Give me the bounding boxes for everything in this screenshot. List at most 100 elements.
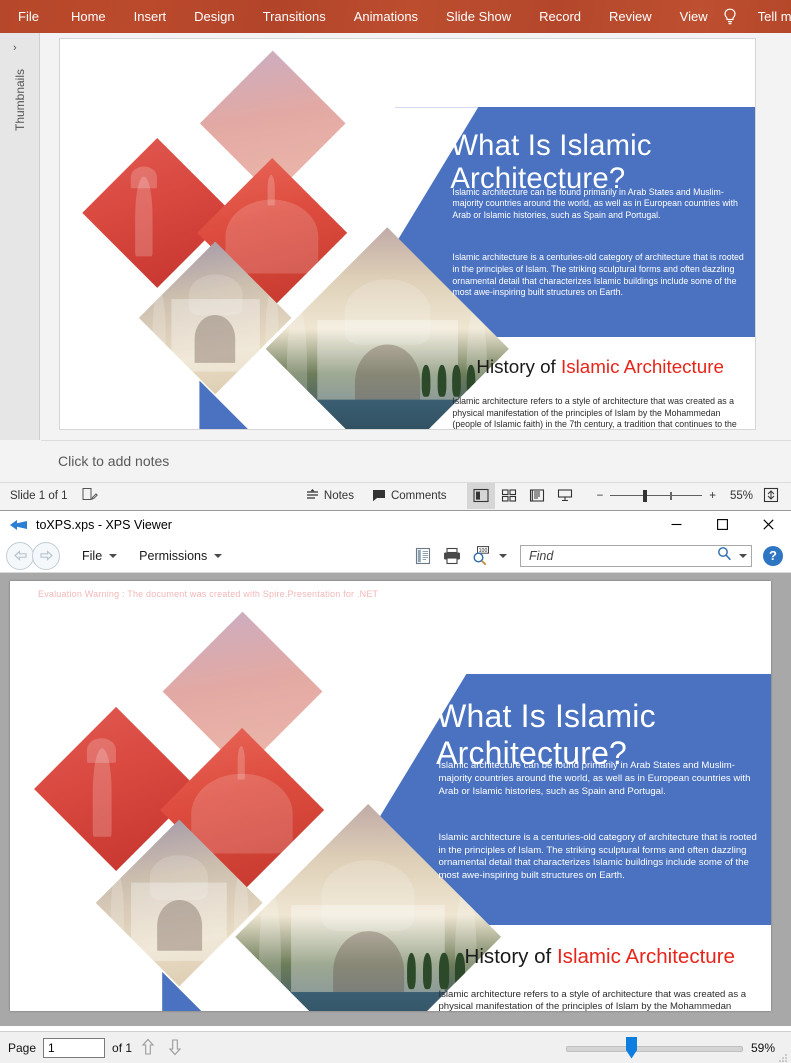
- forward-arrow-icon[interactable]: [32, 541, 60, 570]
- taj-minaret-left: [110, 872, 124, 962]
- xps-slide-content: What Is Islamic Architecture? Islamic arc…: [10, 599, 771, 1011]
- slide-counter: Slide 1 of 1: [10, 489, 68, 502]
- zoom-in-button[interactable]: +: [709, 490, 716, 502]
- chevron-down-icon: [109, 553, 118, 558]
- slide-paragraph-2: Islamic architecture is a centuries-old …: [452, 252, 744, 298]
- fit-slide-to-window-icon[interactable]: [761, 485, 783, 507]
- back-arrow-icon[interactable]: [6, 541, 34, 570]
- minaret-cap: [131, 166, 158, 189]
- resize-grip[interactable]: [779, 1051, 788, 1062]
- page-layout-icon[interactable]: [412, 545, 434, 567]
- status-middle-group: Notes Comments: [306, 489, 447, 502]
- xps-status-bar: Page of 1 59%: [0, 1031, 791, 1063]
- ribbon-tab-design[interactable]: Design: [180, 0, 248, 33]
- slide-editing-area: What Is Islamic Architecture? Islamic arc…: [41, 33, 791, 440]
- minimize-icon[interactable]: [653, 511, 699, 539]
- taj-arch: [194, 314, 236, 362]
- zoom-control[interactable]: − + 55%: [597, 489, 753, 502]
- cypress-tree: [422, 954, 432, 990]
- thumbnails-pane[interactable]: › Thumbnails: [0, 33, 40, 440]
- slide-show-icon[interactable]: [551, 483, 579, 509]
- ribbon-tab-home[interactable]: Home: [57, 0, 120, 33]
- navigation-buttons: [6, 541, 60, 570]
- search-icon[interactable]: [717, 546, 732, 566]
- thumbnails-label: Thumbnails: [13, 68, 27, 132]
- file-menu[interactable]: File: [82, 548, 118, 563]
- dome-shape: [226, 198, 319, 273]
- dome-shape: [191, 773, 293, 855]
- toolbar-right-group: 100 Find ?: [412, 544, 791, 567]
- powerpoint-window: File Home Insert Design Transitions Anim…: [0, 0, 791, 510]
- xps-page[interactable]: Evaluation Warning : The document was cr…: [10, 581, 771, 1011]
- minaret-cap: [87, 738, 117, 763]
- xps-document-area[interactable]: Evaluation Warning : The document was cr…: [0, 573, 791, 1026]
- slide-subheading: History of Islamic Architecture: [476, 356, 724, 378]
- xps-zoom-control[interactable]: 59%: [566, 1036, 791, 1059]
- page-label: Page: [8, 1040, 37, 1055]
- xps-toolbar: File Permissions 100 Find ?: [0, 539, 791, 573]
- window-title: toXPS.xps - XPS Viewer: [36, 517, 172, 532]
- accessibility-checker-icon[interactable]: [82, 487, 98, 505]
- ribbon-tab-view[interactable]: View: [666, 0, 722, 33]
- ribbon-tab-insert[interactable]: Insert: [120, 0, 181, 33]
- notes-pane[interactable]: Click to add notes: [41, 440, 791, 482]
- xps-zoom-slider-handle[interactable]: [626, 1036, 637, 1059]
- screen: File Home Insert Design Transitions Anim…: [0, 0, 791, 1063]
- find-input[interactable]: Find: [520, 544, 752, 567]
- subheading-accent: Islamic Architecture: [560, 356, 724, 378]
- zoom-slider-handle[interactable]: [643, 489, 648, 502]
- xps-zoom-slider[interactable]: [566, 1036, 743, 1059]
- slide-paragraph-1: Islamic architecture can be found primar…: [438, 760, 751, 797]
- slide-canvas[interactable]: What Is Islamic Architecture? Islamic arc…: [59, 38, 756, 430]
- slide-paragraph-1: Islamic architecture can be found primar…: [452, 186, 738, 221]
- zoom-slider-tick: [670, 491, 672, 500]
- reading-view-icon[interactable]: [523, 483, 551, 509]
- powerpoint-body: › Thumbnails What Is Islamic Architectur…: [0, 33, 791, 440]
- permissions-menu[interactable]: Permissions: [139, 549, 223, 563]
- tell-me-label[interactable]: Tell me: [744, 0, 791, 33]
- file-menu-label: File: [82, 548, 103, 563]
- notes-button-label: Notes: [323, 489, 354, 502]
- slide-sorter-icon[interactable]: [495, 483, 523, 509]
- ribbon-tab-animations[interactable]: Animations: [340, 0, 432, 33]
- taj-minaret-left: [287, 304, 308, 429]
- zoom-percent-label[interactable]: 55%: [723, 490, 753, 502]
- zoom-slider[interactable]: [610, 489, 703, 502]
- next-page-icon[interactable]: [166, 1037, 186, 1059]
- zoom-100-icon[interactable]: 100: [470, 545, 492, 567]
- xps-zoom-percent-label: 59%: [751, 1040, 776, 1055]
- previous-page-icon[interactable]: [139, 1037, 159, 1059]
- dome-spire: [237, 746, 246, 781]
- chevron-down-icon: [214, 553, 223, 558]
- slide-title: What Is Islamic Architecture?: [450, 129, 652, 195]
- ribbon-tab-transitions[interactable]: Transitions: [249, 0, 340, 33]
- ribbon-tab-record[interactable]: Record: [525, 0, 595, 33]
- zoom-out-button[interactable]: −: [597, 490, 604, 502]
- close-icon[interactable]: [745, 511, 791, 539]
- taj-dome: [149, 855, 209, 900]
- comments-button-label: Comments: [390, 489, 447, 502]
- notes-button[interactable]: Notes: [306, 489, 354, 502]
- help-icon[interactable]: ?: [763, 545, 783, 566]
- taj-minaret-left: [151, 289, 165, 372]
- taj-dome: [321, 861, 415, 933]
- dome-spire: [267, 174, 276, 205]
- taj-minaret-left: [258, 888, 281, 1011]
- ribbon-tab-file[interactable]: File: [0, 0, 57, 33]
- taj-arch: [156, 899, 202, 952]
- page-number-input[interactable]: [43, 1037, 106, 1058]
- status-left-group: Slide 1 of 1: [0, 487, 98, 505]
- find-options-chevron-down-icon[interactable]: [739, 553, 747, 558]
- print-icon[interactable]: [441, 545, 463, 567]
- zoom-dropdown-chevron-down-icon[interactable]: [499, 553, 507, 558]
- slide-body-1: Islamic architecture refers to a style o…: [438, 988, 747, 1011]
- ribbon-tab-slide-show[interactable]: Slide Show: [432, 0, 525, 33]
- chevron-right-icon[interactable]: ›: [13, 42, 17, 54]
- normal-view-icon[interactable]: [466, 482, 495, 509]
- comments-button[interactable]: Comments: [372, 489, 447, 502]
- powerpoint-status-bar: Slide 1 of 1 Notes Comments − + 55%: [0, 482, 791, 509]
- cypress-tree: [405, 954, 416, 990]
- maximize-icon[interactable]: [699, 511, 745, 539]
- slide-content: What Is Islamic Architecture? Islamic arc…: [60, 39, 755, 429]
- ribbon-tab-review[interactable]: Review: [595, 0, 666, 33]
